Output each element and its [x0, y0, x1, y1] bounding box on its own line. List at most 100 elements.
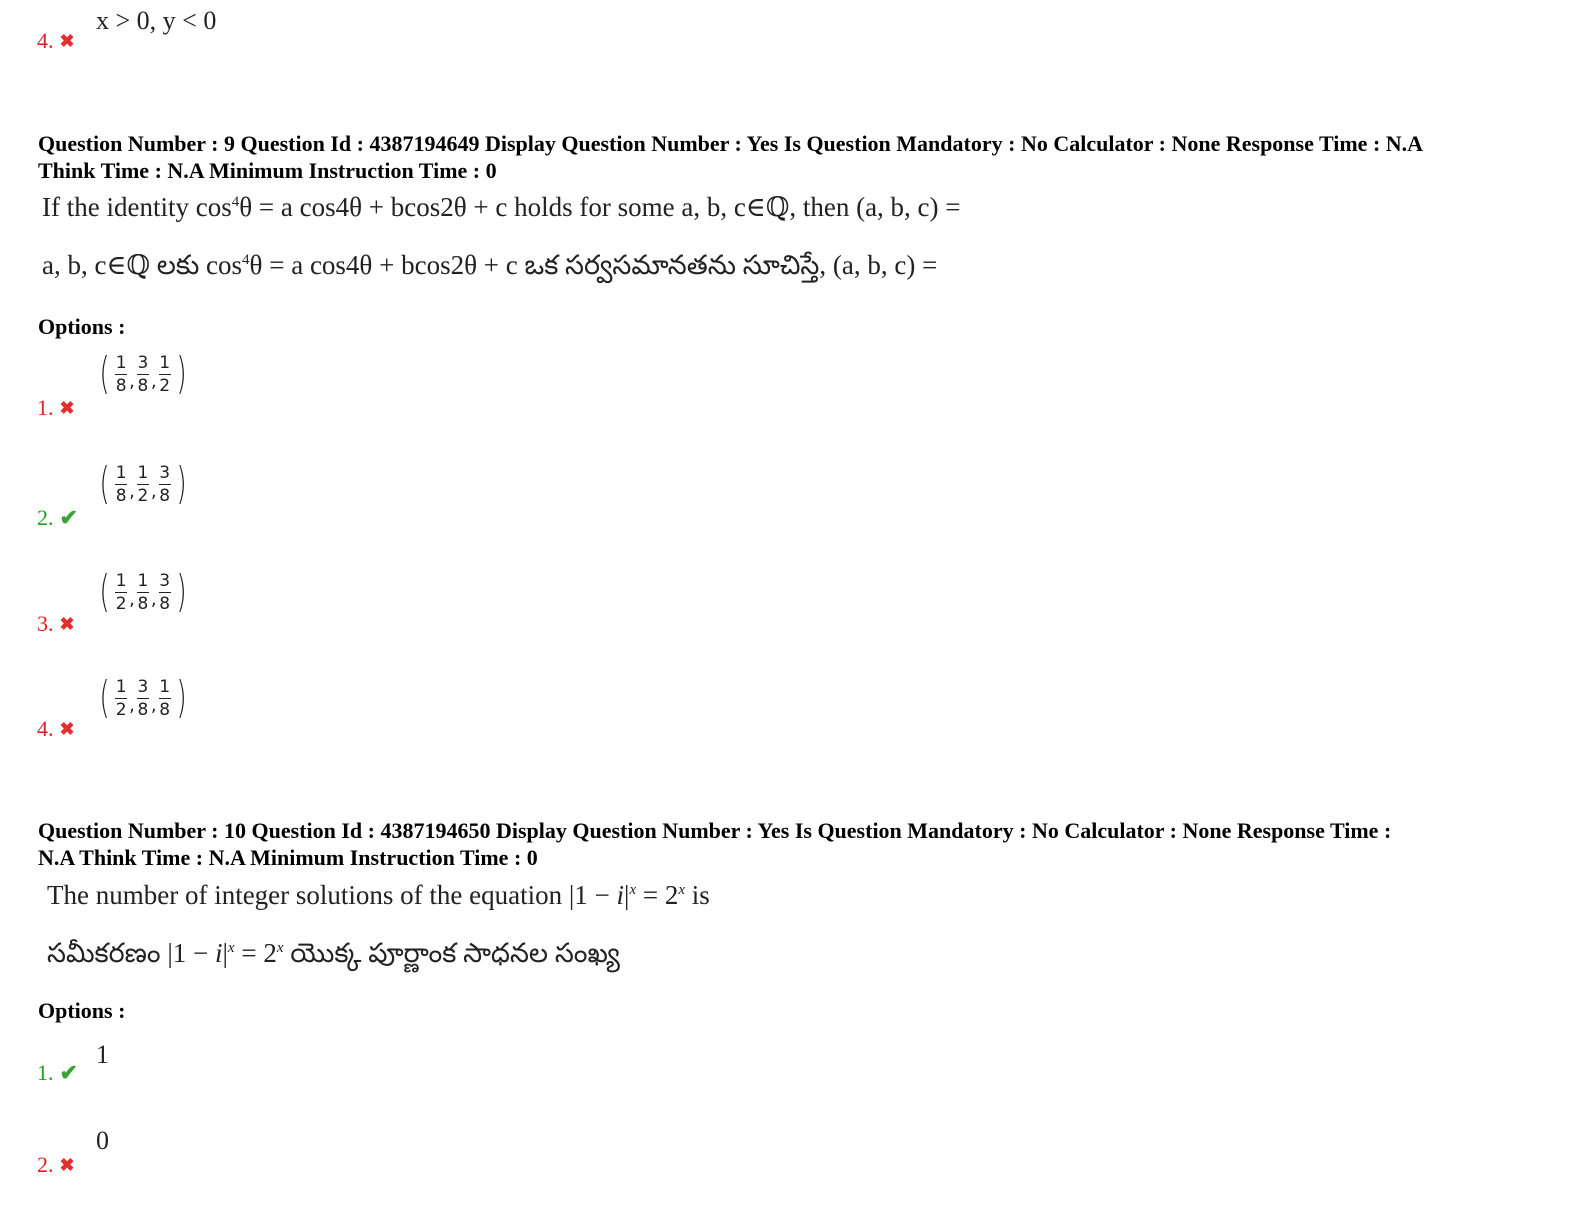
question-text-part: = 2 — [234, 938, 277, 968]
question-text-telugu: a, b, c∈ℚ లకు cos4θ = a cos4θ + bcos2θ +… — [42, 250, 937, 288]
fraction: 38 — [158, 570, 171, 614]
question-text-part: యొక్క పూర్ణాంక సాధనల సంఖ్య — [283, 938, 620, 968]
question-text-part: a, b, c∈ℚ లకు cos — [42, 250, 243, 280]
option-3: 3. ✖ — [37, 611, 75, 637]
superscript: x — [227, 940, 235, 956]
fraction: 18 — [136, 570, 149, 613]
option-number: 1. — [37, 1060, 54, 1085]
right-paren: ) — [176, 672, 187, 723]
options-label: Options : — [38, 998, 126, 1023]
option-fraction-tuple: (1 8, 3 8, 1 2) — [96, 352, 190, 396]
denominator: 8 — [115, 485, 127, 506]
fraction-bar — [136, 591, 149, 593]
comma: , — [129, 370, 135, 392]
fraction-bar — [115, 483, 128, 485]
comma: , — [150, 370, 157, 392]
question-text-part: θ = a cos4θ + bcos2θ + c ఒక సర్వసమానతను … — [249, 250, 938, 280]
denominator: 8 — [159, 699, 171, 720]
wrong-icon: ✖ — [59, 719, 75, 739]
fraction: 38 — [158, 462, 171, 506]
fraction: 12 — [115, 676, 128, 719]
left-paren: ( — [99, 672, 110, 723]
question-text-part: If the identity cos — [42, 192, 232, 222]
question-text-part: The number of integer solutions of the e… — [47, 880, 617, 910]
superscript: x — [678, 882, 686, 898]
fraction: 12 — [115, 570, 128, 614]
numerator: 1 — [115, 676, 127, 697]
wrong-icon: ✖ — [59, 398, 75, 418]
option-1: 1. ✔ — [37, 1060, 78, 1086]
fraction-bar — [115, 373, 128, 375]
right-paren: ) — [176, 348, 187, 399]
fraction: 12 — [158, 352, 171, 396]
denominator: 2 — [159, 375, 171, 396]
option-number: 3. — [37, 611, 54, 636]
option-1: 1. ✖ — [37, 395, 75, 421]
wrong-icon: ✖ — [59, 614, 75, 634]
denominator: 8 — [159, 593, 171, 614]
question-meta: Question Number : 10 Question Id : 43871… — [38, 817, 1548, 871]
numerator: 1 — [159, 352, 171, 373]
fraction-bar — [158, 373, 171, 375]
fraction: 18 — [115, 352, 128, 396]
superscript: 4 — [242, 252, 250, 268]
denominator: 8 — [159, 485, 171, 506]
question-text-telugu: సమీకరణం |1 − i|x = 2x యొక్క పూర్ణాంక సాధ… — [47, 938, 620, 976]
correct-icon: ✔ — [59, 1060, 78, 1085]
option-text: x > 0, y < 0 — [96, 6, 217, 35]
fraction: 38 — [136, 676, 149, 720]
left-paren: ( — [99, 458, 110, 509]
option-2: 2. ✖ — [37, 1152, 75, 1178]
left-paren: ( — [99, 348, 110, 399]
numerator: 3 — [137, 676, 149, 697]
question-text-english: The number of integer solutions of the e… — [47, 880, 710, 911]
question-text-part: సమీకరణం |1 − — [47, 938, 215, 968]
imaginary-unit: i — [616, 880, 625, 910]
right-paren: ) — [176, 566, 187, 617]
denominator: 8 — [137, 375, 149, 396]
comma: , — [129, 588, 135, 610]
fraction-bar — [115, 697, 128, 699]
option-text: 0 — [96, 1126, 109, 1155]
numerator: 1 — [137, 462, 149, 483]
option-2: 2. ✔ — [37, 505, 78, 531]
numerator: 1 — [115, 352, 127, 373]
option-number: 2. — [37, 505, 54, 530]
option-text: 1 — [96, 1040, 109, 1069]
fraction-bar — [158, 591, 171, 593]
wrong-icon: ✖ — [59, 31, 75, 51]
numerator: 1 — [115, 570, 127, 591]
fraction-bar — [158, 483, 171, 485]
fraction-bar — [115, 591, 128, 593]
denominator: 8 — [137, 699, 149, 720]
question-text-english: If the identity cos4θ = a cos4θ + bcos2θ… — [42, 192, 961, 223]
numerator: 3 — [137, 352, 149, 373]
comma: , — [150, 694, 157, 716]
question-meta-line2: N.A Think Time : N.A Minimum Instruction… — [38, 845, 538, 870]
options-label: Options : — [38, 314, 126, 339]
numerator: 1 — [159, 676, 171, 697]
numerator: 3 — [159, 462, 171, 483]
question-text-part: = 2 — [636, 880, 679, 910]
wrong-icon: ✖ — [59, 1155, 75, 1175]
option-fraction-tuple: (1 2, 3 8, 1 8) — [96, 676, 190, 720]
numerator: 1 — [137, 570, 149, 591]
denominator: 2 — [115, 593, 127, 614]
correct-icon: ✔ — [59, 505, 78, 530]
question-text-part: θ = a cos4θ + bcos2θ + c holds for some … — [239, 192, 961, 222]
question-meta: Question Number : 9 Question Id : 438719… — [38, 130, 1548, 184]
denominator: 8 — [115, 375, 127, 396]
option-fraction-tuple: (1 2, 1 8, 3 8) — [96, 570, 190, 614]
option-4-prev: 4. ✖ — [37, 28, 75, 54]
option-fraction-tuple: (1 8, 1 2, 3 8) — [96, 462, 190, 506]
question-meta-line1: Question Number : 10 Question Id : 43871… — [38, 818, 1392, 843]
right-paren: ) — [176, 458, 187, 509]
comma: , — [150, 588, 157, 610]
denominator: 2 — [137, 485, 149, 506]
fraction: 38 — [136, 352, 149, 396]
fraction-bar — [136, 697, 149, 699]
comma: , — [129, 480, 135, 502]
numerator: 3 — [159, 570, 171, 591]
superscript: x — [276, 940, 284, 956]
option-number: 2. — [37, 1152, 54, 1177]
